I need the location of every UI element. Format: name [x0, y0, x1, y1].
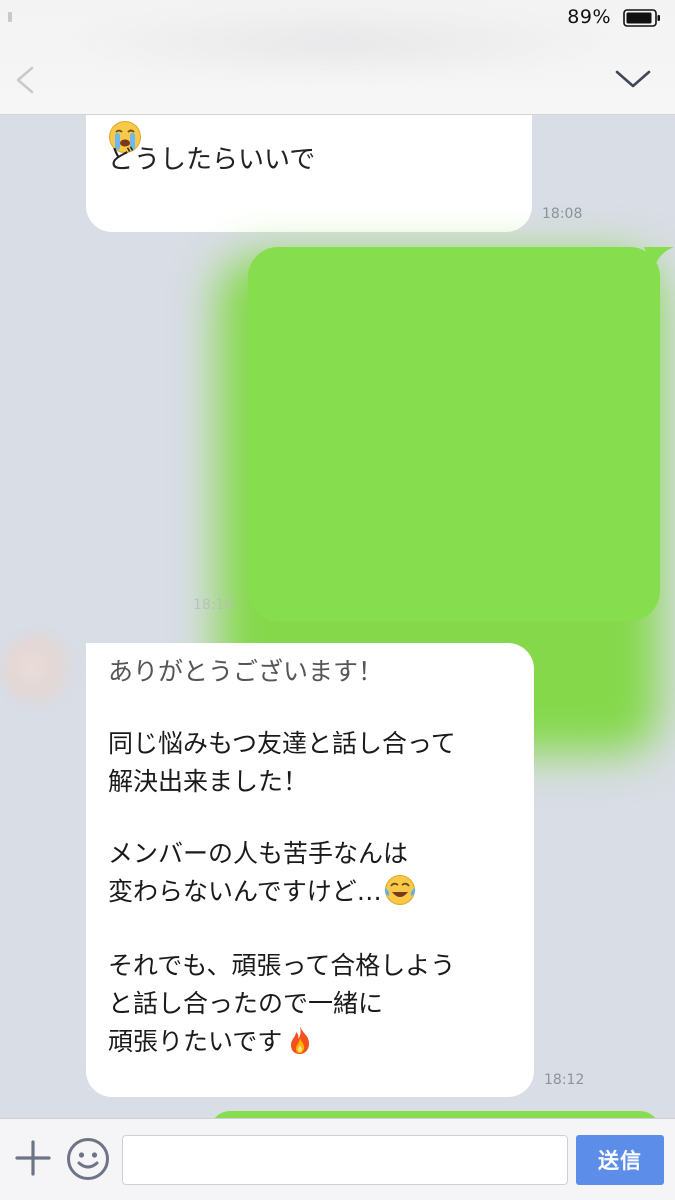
- plus-icon[interactable]: [14, 1139, 52, 1177]
- message-line: メンバーの人も苦手なんは: [108, 839, 409, 868]
- message-line: ありがとうございます！: [108, 657, 384, 686]
- message-line: それでも、頑張って合格しよう: [108, 951, 456, 980]
- outgoing-message-bubble[interactable]: [248, 247, 660, 621]
- message-line: と話し合ったので一緒に: [108, 989, 384, 1018]
- sender-avatar[interactable]: [2, 633, 76, 707]
- incoming-message-bubble[interactable]: どうしたらいいで: [86, 115, 532, 232]
- message-line: 変わらないんですけど…: [108, 877, 382, 906]
- message-line: 頑張りたいです: [108, 1027, 283, 1056]
- message-line: 解決出来ました！: [108, 767, 309, 796]
- message-line-with-emoji: 頑張りたいです: [108, 1023, 512, 1061]
- header-bar: 89%: [0, 0, 675, 115]
- message-line: 同じ悩みもつ友達と話し合って: [108, 729, 456, 758]
- incoming-message-bubble[interactable]: ありがとうございます！ 同じ悩みもつ友達と話し合って 解決出来ました！ メンバー…: [86, 643, 534, 1097]
- signal-icon: [8, 12, 12, 22]
- chat-area[interactable]: どうしたらいいで 18:08 18:10 ありがとうございます！ 同じ悩みもつ友…: [0, 115, 675, 1118]
- message-timestamp: 18:08: [542, 206, 583, 222]
- blurred-chat-title: [60, 4, 620, 74]
- battery-icon: [623, 9, 660, 27]
- bubble-tail: [644, 247, 674, 269]
- blurred-text-overlay: [316, 135, 532, 195]
- back-chevron-icon[interactable]: [10, 62, 40, 98]
- smiley-icon[interactable]: [66, 1137, 110, 1181]
- message-line-with-emoji: 変わらないんですけど…: [108, 873, 512, 911]
- outgoing-message-bubble[interactable]: [210, 1111, 660, 1118]
- message-input[interactable]: [122, 1135, 568, 1185]
- fire-icon: [291, 1026, 310, 1054]
- chevron-down-icon[interactable]: [613, 64, 653, 94]
- message-timestamp: 18:12: [544, 1072, 585, 1088]
- message-input-bar: 送信: [0, 1118, 675, 1200]
- face-with-tears-of-joy-icon: [384, 875, 415, 905]
- message-timestamp: 18:10: [193, 597, 234, 613]
- send-button[interactable]: 送信: [576, 1135, 664, 1185]
- battery-percent: 89%: [567, 6, 611, 28]
- message-text: どうしたらいいで: [108, 145, 316, 175]
